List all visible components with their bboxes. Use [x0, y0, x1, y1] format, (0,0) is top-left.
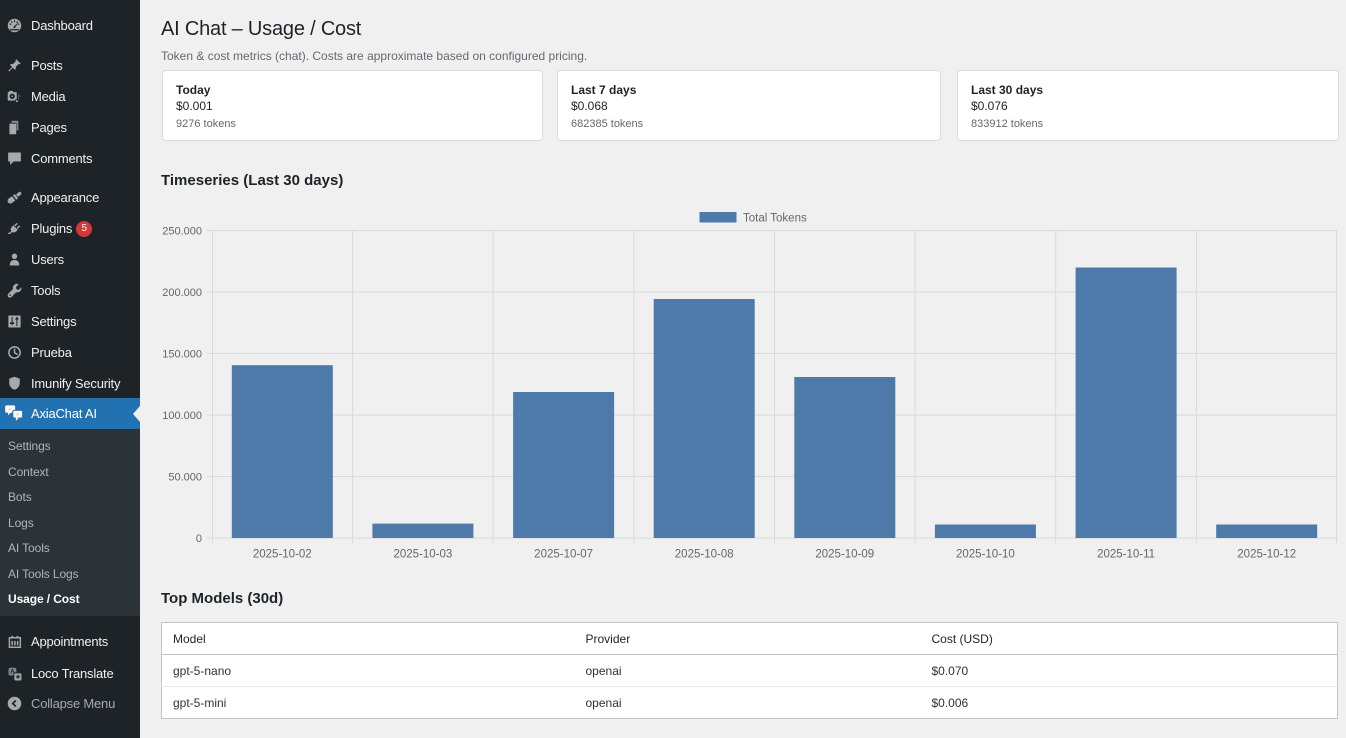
- svg-text:Total Tokens: Total Tokens: [743, 213, 807, 225]
- svg-text:0: 0: [196, 533, 202, 545]
- svg-text:2025-10-12: 2025-10-12: [1237, 549, 1296, 561]
- svg-text:250.000: 250.000: [162, 226, 202, 238]
- svg-text:100.000: 100.000: [162, 410, 202, 422]
- svg-text:50.000: 50.000: [168, 472, 202, 484]
- svg-text:2025-10-07: 2025-10-07: [534, 549, 593, 561]
- svg-text:2025-10-08: 2025-10-08: [675, 549, 734, 561]
- svg-text:150.000: 150.000: [162, 349, 202, 361]
- svg-text:2025-10-03: 2025-10-03: [393, 549, 452, 561]
- svg-text:2025-10-09: 2025-10-09: [815, 549, 874, 561]
- svg-text:200.000: 200.000: [162, 287, 202, 299]
- svg-text:2025-10-10: 2025-10-10: [956, 549, 1015, 561]
- svg-text:2025-10-02: 2025-10-02: [253, 549, 312, 561]
- svg-text:2025-10-11: 2025-10-11: [1097, 549, 1155, 561]
